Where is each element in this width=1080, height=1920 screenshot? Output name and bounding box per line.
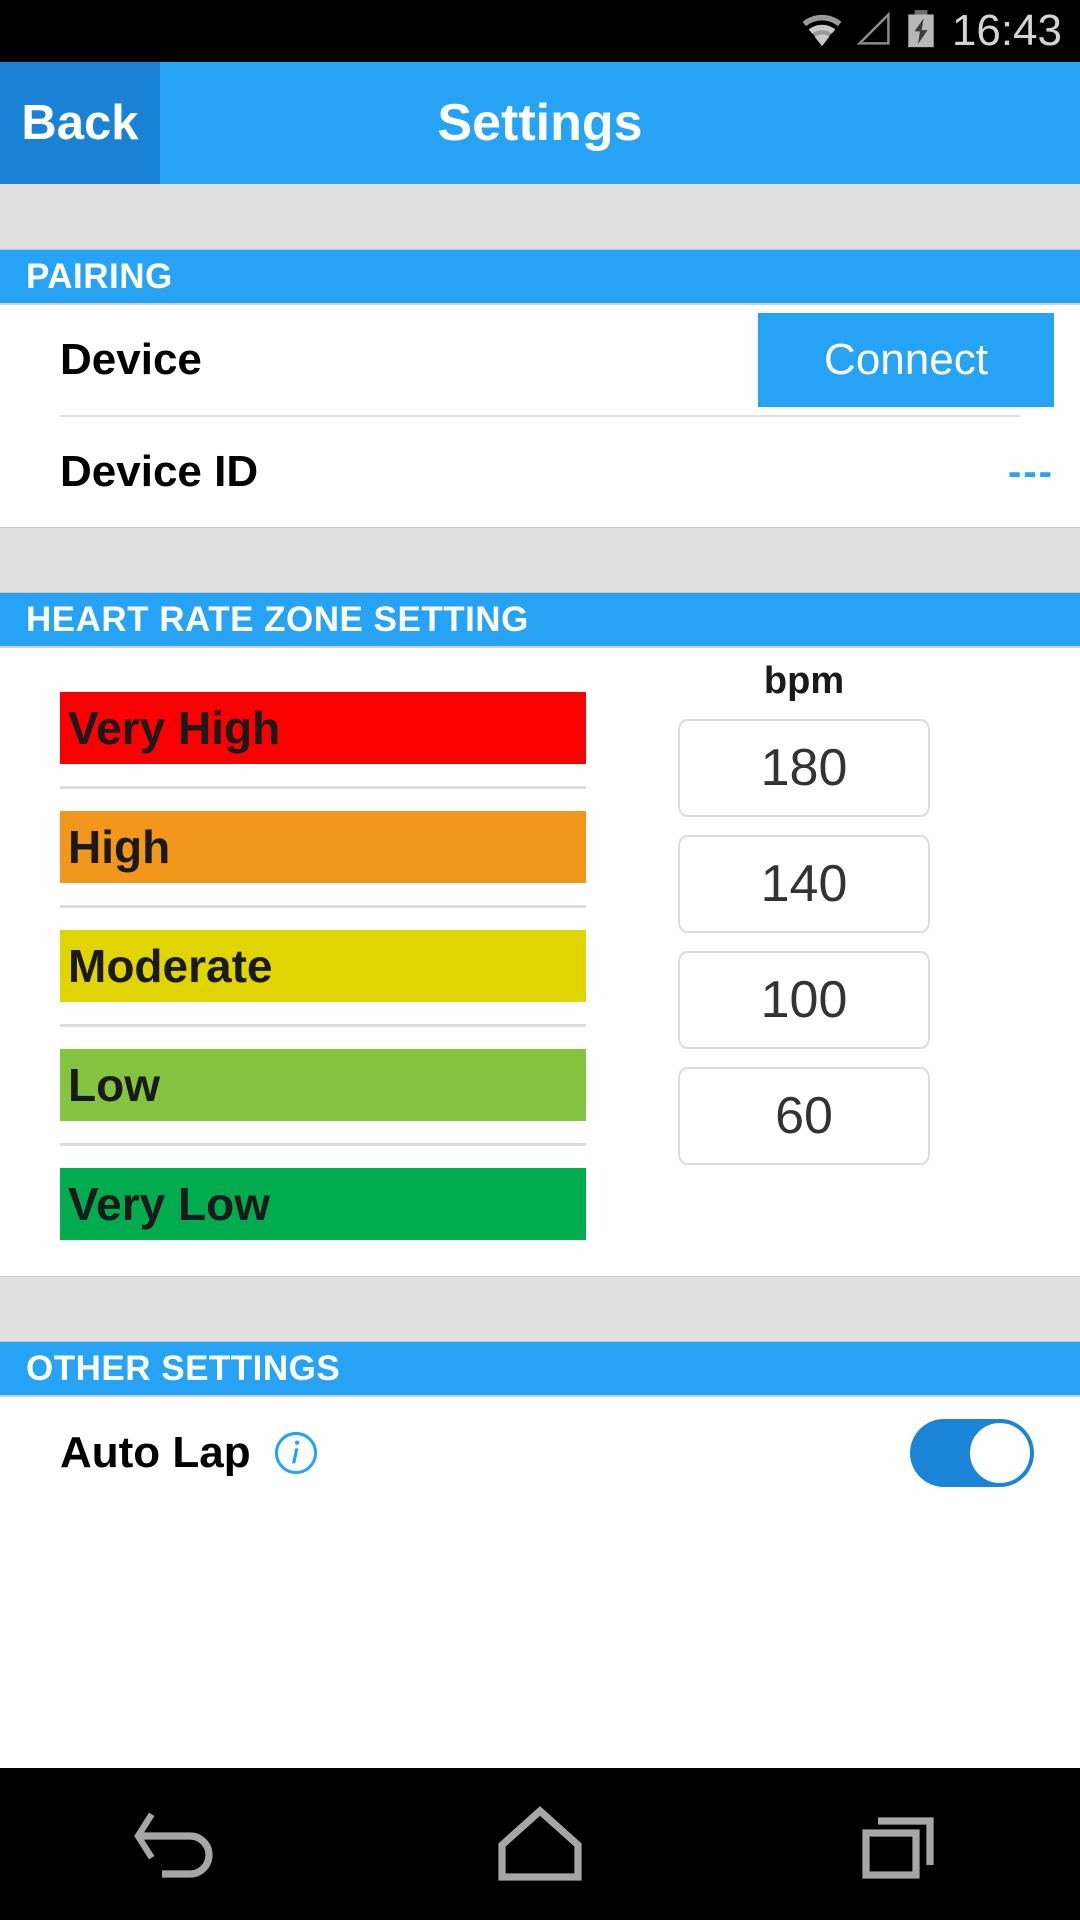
zone-separator	[60, 905, 586, 908]
zone-separator	[60, 786, 586, 789]
system-home-button[interactable]	[450, 1784, 630, 1904]
bpm-column: bpm 180 140 100 60	[586, 648, 1080, 1240]
info-icon[interactable]	[273, 1430, 319, 1476]
settings-content: PAIRING Device Connect Device ID --- HEA…	[0, 184, 1080, 1509]
device-id-value: ---	[1008, 449, 1054, 494]
zone-separator	[60, 1024, 586, 1027]
row-device-id[interactable]: Device ID ---	[0, 417, 1080, 527]
zone-bar-very-low[interactable]: Very Low	[60, 1168, 586, 1240]
zone-item-very-high: Very High	[60, 692, 586, 764]
back-button[interactable]: Back	[0, 62, 160, 184]
zone-bar-high[interactable]: High	[60, 811, 586, 883]
auto-lap-toggle[interactable]	[910, 1419, 1034, 1487]
zone-item-high: High	[60, 811, 586, 883]
section-gap-pairing-hrz	[0, 527, 1080, 593]
zone-bar-moderate[interactable]: Moderate	[60, 930, 586, 1002]
section-header-heart-rate-zone: HEART RATE ZONE SETTING	[0, 593, 1080, 648]
bpm-unit-label: bpm	[763, 660, 845, 702]
system-back-button[interactable]	[90, 1784, 270, 1904]
zone-item-very-low: Very Low	[60, 1168, 586, 1240]
section-gap-top	[0, 184, 1080, 250]
section-header-other-settings: OTHER SETTINGS	[0, 1342, 1080, 1397]
system-recents-button[interactable]	[810, 1784, 990, 1904]
zone-separator	[60, 1143, 586, 1146]
status-bar: 16:43	[0, 0, 1080, 62]
section-gap-hrz-other	[0, 1276, 1080, 1342]
bpm-threshold-input-3[interactable]: 100	[678, 951, 930, 1049]
device-label: Device	[60, 335, 202, 384]
zone-bar-low[interactable]: Low	[60, 1049, 586, 1121]
status-bar-clock: 16:43	[951, 6, 1062, 55]
battery-charging-icon	[904, 9, 938, 54]
zone-bars-column: Very High High Moderate Low Very Low	[0, 648, 586, 1240]
bpm-threshold-input-1[interactable]: 180	[678, 719, 930, 817]
connect-button[interactable]: Connect	[758, 313, 1054, 407]
bpm-threshold-input-4[interactable]: 60	[678, 1067, 930, 1165]
row-device[interactable]: Device Connect	[0, 305, 1080, 415]
bpm-threshold-input-2[interactable]: 140	[678, 835, 930, 933]
signal-icon	[854, 11, 894, 52]
zone-item-low: Low	[60, 1049, 586, 1121]
row-auto-lap[interactable]: Auto Lap	[0, 1397, 1080, 1509]
heart-rate-zone-body: Very High High Moderate Low Very Low bpm…	[0, 648, 1080, 1276]
device-id-label: Device ID	[60, 447, 259, 496]
status-bar-icons	[800, 9, 938, 54]
auto-lap-label: Auto Lap	[60, 1428, 251, 1477]
page-title: Settings	[437, 94, 643, 152]
system-navigation-bar	[0, 1768, 1080, 1920]
zone-bar-very-high[interactable]: Very High	[60, 692, 586, 764]
app-nav-bar: Back Settings	[0, 62, 1080, 184]
wifi-icon	[800, 11, 844, 52]
section-header-pairing: PAIRING	[0, 250, 1080, 305]
toggle-knob	[968, 1421, 1032, 1485]
zone-item-moderate: Moderate	[60, 930, 586, 1002]
